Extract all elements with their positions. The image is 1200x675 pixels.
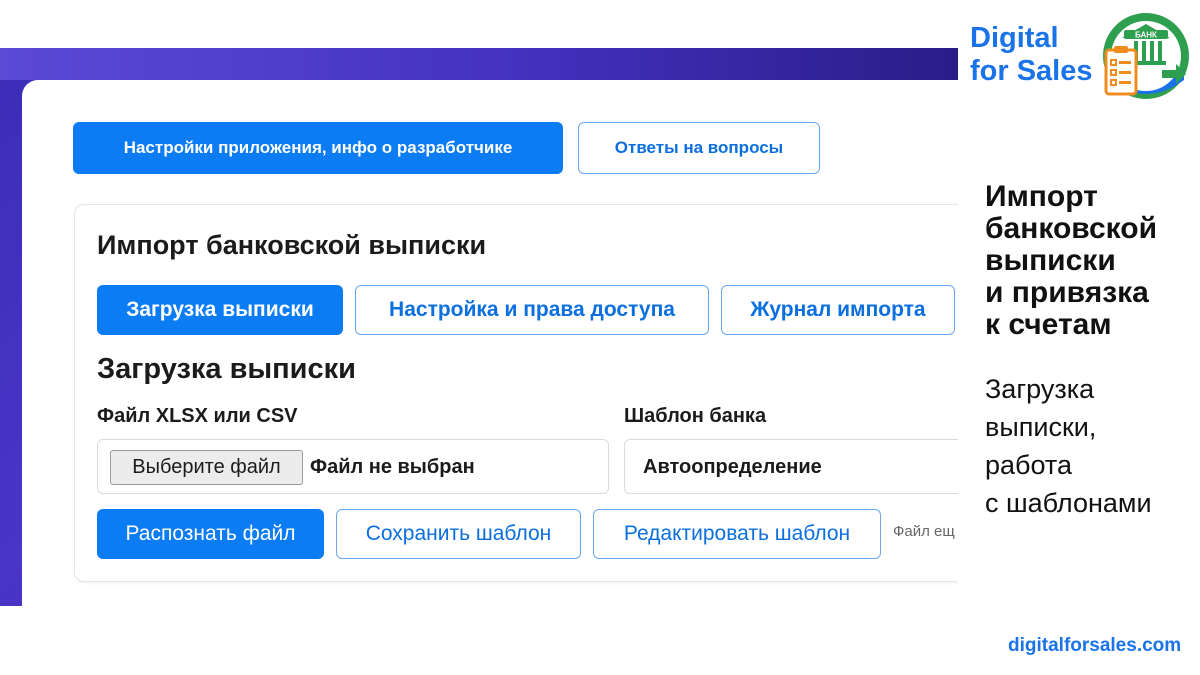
edit-template-button[interactable]: Редактировать шаблон [593, 509, 881, 559]
file-field-label: Файл XLSX или CSV [97, 405, 298, 427]
tab-import-log[interactable]: Журнал импорта [721, 285, 955, 335]
choose-file-button[interactable]: Выберите файл [110, 450, 303, 485]
logo-label: БАНК [1135, 31, 1157, 40]
card-title: Импорт банковской выписки [97, 230, 487, 260]
file-hint-text: Файл ещ [893, 523, 955, 540]
slide-subtitle-line: работа [985, 450, 1072, 480]
app-screenshot-panel: Настройки приложения, инфо о разработчик… [22, 80, 958, 606]
bank-logo-icon: БАНК [1103, 13, 1189, 99]
recognize-file-button[interactable]: Распознать файл [97, 509, 324, 559]
file-input[interactable]: Выберите файл Файл не выбран [97, 439, 609, 494]
section-title: Загрузка выписки [97, 353, 356, 385]
slide-title-line: выписки [985, 244, 1116, 277]
brand-name-line2: for Sales [970, 55, 1093, 87]
slide-subtitle-line: выписки, [985, 412, 1097, 442]
faq-button[interactable]: Ответы на вопросы [578, 122, 820, 174]
slide-title-line: Импорт [985, 180, 1098, 213]
slide-subtitle-line: Загрузка [985, 374, 1095, 404]
file-status-text: Файл не выбран [310, 456, 475, 478]
import-card: Импорт банковской выписки Загрузка выпис… [74, 204, 958, 582]
slide-title-line: банковской [985, 212, 1158, 245]
website-link[interactable]: digitalforsales.com [1008, 635, 1181, 657]
slide-subtitle-line: с шаблонами [985, 488, 1152, 518]
app-settings-button[interactable]: Настройки приложения, инфо о разработчик… [73, 122, 563, 174]
template-field-label: Шаблон банка [624, 405, 767, 427]
bank-template-select[interactable]: Автоопределение [624, 439, 958, 494]
slide-title: Импорт банковской выписки и привязка к с… [985, 181, 1195, 341]
brand-name-line1: Digital [970, 22, 1059, 54]
slide-subtitle: Загрузка выписки, работа с шаблонами [985, 370, 1195, 522]
slide-title-line: и привязка [985, 276, 1149, 309]
save-template-button[interactable]: Сохранить шаблон [336, 509, 581, 559]
tab-settings-access[interactable]: Настройка и права доступа [355, 285, 709, 335]
slide-title-line: к счетам [985, 308, 1112, 341]
tab-upload[interactable]: Загрузка выписки [97, 285, 343, 335]
bank-template-value: Автоопределение [643, 456, 822, 478]
brand-name: Digital for Sales [970, 22, 1093, 88]
gradient-band [0, 48, 958, 80]
